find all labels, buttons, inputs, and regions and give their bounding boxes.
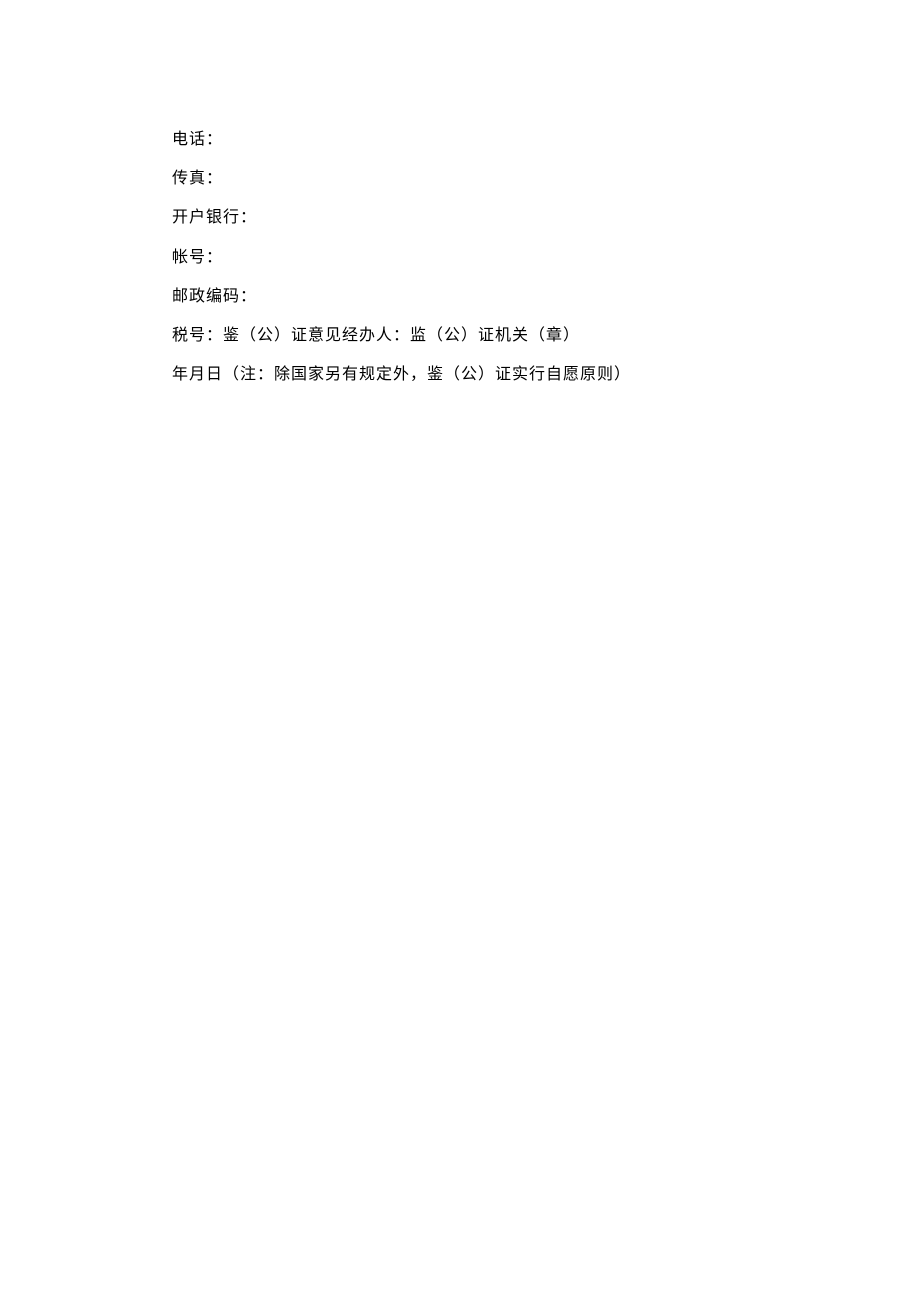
field-bank: 开户银行： <box>172 198 920 237</box>
field-date-note: 年月日（注：除国家另有规定外，鉴（公）证实行自愿原则） <box>172 355 920 394</box>
field-tax-notary: 税号：鉴（公）证意见经办人：监（公）证机关（章） <box>172 316 920 355</box>
field-fax: 传真： <box>172 159 920 198</box>
field-postal-code: 邮政编码： <box>172 277 920 316</box>
field-phone: 电话： <box>172 120 920 159</box>
field-account: 帐号： <box>172 238 920 277</box>
